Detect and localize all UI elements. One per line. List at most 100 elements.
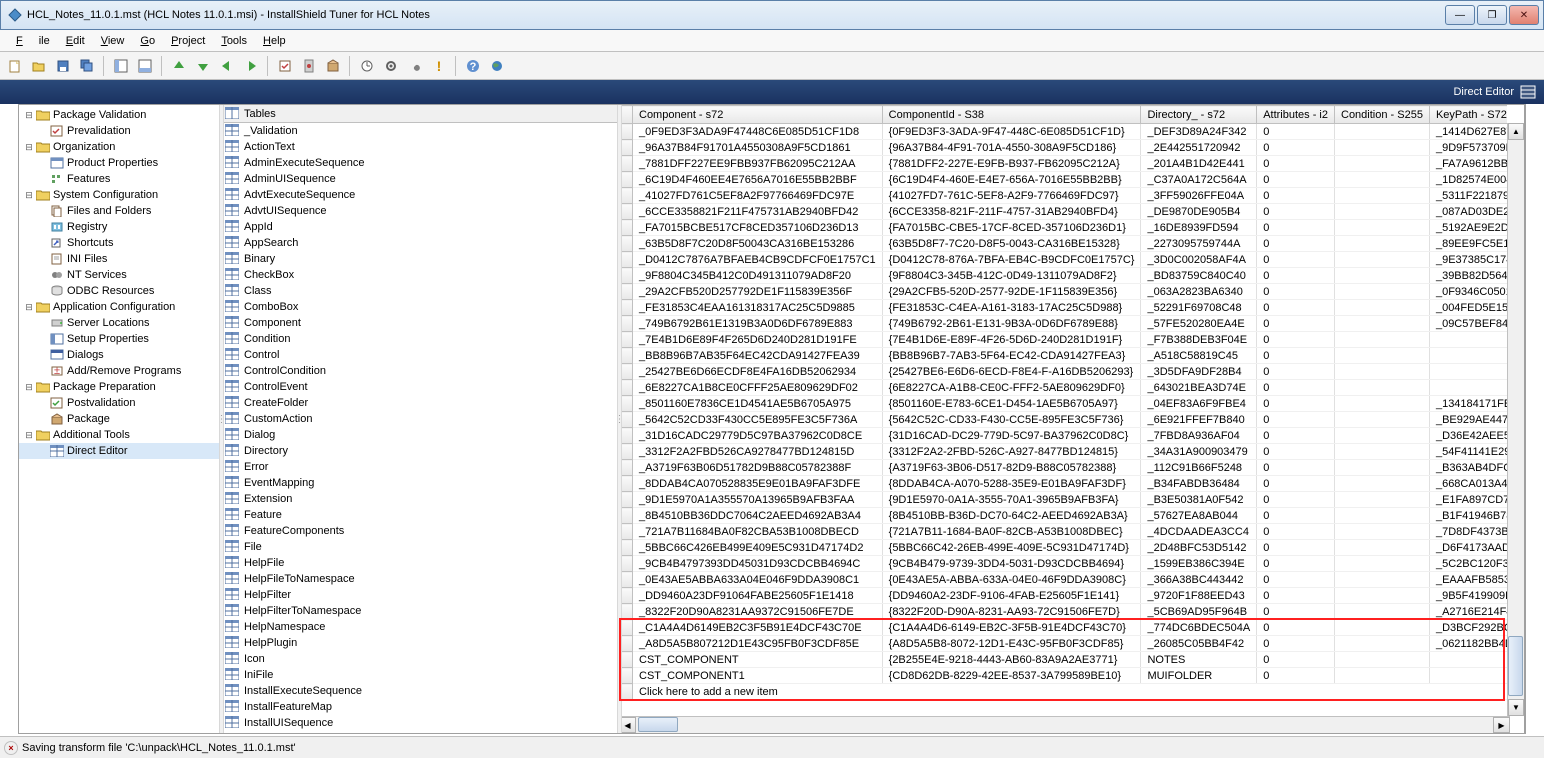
cell[interactable]: _3D5DFA9DF28B4 [1141,364,1257,380]
cell[interactable]: _41027FD761C5EF8A2F97766469FDC97E [633,188,883,204]
wrench-icon[interactable] [404,55,426,77]
tree-item[interactable]: INI Files [19,251,220,267]
package-icon[interactable] [322,55,344,77]
cell[interactable]: _1D82574E0045BE [1429,172,1507,188]
splitter-mid[interactable] [617,105,622,733]
tree-twisty[interactable]: ⊟ [23,382,35,393]
table-row[interactable]: _749B6792B61E1319B3A0D6DF6789E883{749B67… [620,316,1508,332]
build-icon[interactable] [298,55,320,77]
cell[interactable]: _749B6792B61E1319B3A0D6DF6789E883 [633,316,883,332]
hscroll-thumb[interactable] [638,717,678,732]
table-row[interactable]: _8322F20D90A8231AA9372C91506FE7DE{8322F2… [620,604,1508,620]
cell[interactable] [1335,508,1430,524]
cell[interactable]: 0 [1257,140,1335,156]
column-header[interactable]: Directory_ - s72 [1141,106,1257,124]
table-list-item[interactable]: Dialog [221,427,618,443]
table-list-item[interactable]: HelpFile [221,555,618,571]
cell[interactable]: _6C19D4F460EE4E7656A7016E55BB2BBF [633,172,883,188]
table-row[interactable]: _63B5D8F7C20D8F50043CA316BE153286{63B5D8… [620,236,1508,252]
tree-item[interactable]: Registry [19,219,220,235]
cell[interactable]: 0 [1257,284,1335,300]
cell[interactable]: _004FED5E15E62F [1429,300,1507,316]
cell[interactable]: {6CCE3358-821F-211F-4757-31AB2940BFD4} [882,204,1141,220]
cell[interactable]: _7FBD8A936AF04 [1141,428,1257,444]
splitter-left[interactable] [219,105,224,733]
cell[interactable] [1429,652,1507,668]
cell[interactable]: _FA7015BCBE517CF8CED357106D236D13 [633,220,883,236]
cell[interactable]: _7E4B1D6E89F4F265D6D240D281D191FE [633,332,883,348]
close-button[interactable]: ✕ [1509,5,1539,25]
cell[interactable]: {FA7015BC-CBE5-17CF-8CED-357106D236D1} [882,220,1141,236]
cell[interactable]: {5642C52C-CD33-F430-CC5E-895FE3C5F736} [882,412,1141,428]
cell[interactable]: 0 [1257,492,1335,508]
cell[interactable]: {D0412C78-876A-7BFA-EB4C-B9CDFC0E1757C} [882,252,1141,268]
cell[interactable]: _0F9346C0501579 [1429,284,1507,300]
table-list-item[interactable]: Component [221,315,618,331]
cell[interactable] [1335,332,1430,348]
menu-view[interactable]: View [93,33,133,49]
cell[interactable]: 0 [1257,668,1335,684]
cell[interactable]: _25427BE6D66ECDF8E4FA16DB52062934 [633,364,883,380]
tree-item[interactable]: ±Add/Remove Programs [19,363,220,379]
tree-item[interactable]: Product Properties [19,155,220,171]
cell[interactable]: _774DC6BDEC504A [1141,620,1257,636]
column-header[interactable]: ComponentId - S38 [882,106,1141,124]
table-row[interactable]: CST_COMPONENT1{CD8D62DB-8229-42EE-8537-3… [620,668,1508,684]
cell[interactable]: 0 [1257,252,1335,268]
down-icon[interactable] [192,55,214,77]
table-list-item[interactable]: AdminExecuteSequence [221,155,618,171]
cell[interactable]: _A8D5A5B807212D1E43C95FB0F3CDF85E [633,636,883,652]
table-row[interactable]: _FE31853C4EAA161318317AC25C5D9885{FE3185… [620,300,1508,316]
table-list-item[interactable]: ControlCondition [221,363,618,379]
cell[interactable]: 0 [1257,220,1335,236]
table-list-item[interactable]: AdvtExecuteSequence [221,187,618,203]
cell[interactable]: 0 [1257,172,1335,188]
table-list-item[interactable]: Error [221,459,618,475]
maximize-button[interactable]: ❐ [1477,5,1507,25]
cell[interactable]: 0 [1257,124,1335,140]
cell[interactable]: 0 [1257,524,1335,540]
table-row[interactable]: _7E4B1D6E89F4F265D6D240D281D191FE{7E4B1D… [620,332,1508,348]
cell[interactable]: {721A7B11-1684-BA0F-82CB-A53B1008DBEC} [882,524,1141,540]
cell[interactable] [1335,252,1430,268]
cell[interactable] [1335,236,1430,252]
table-row[interactable]: _8B4510BB36DDC7064C2AEED4692AB3A4{8B4510… [620,508,1508,524]
cell[interactable]: 0 [1257,460,1335,476]
table-list-item[interactable]: Extension [221,491,618,507]
cell[interactable]: _201A4B1D42E441 [1141,156,1257,172]
table-list-item[interactable]: Condition [221,331,618,347]
cell[interactable]: _BD83759C840C40 [1141,268,1257,284]
cell[interactable]: 0 [1257,428,1335,444]
table-row[interactable]: _96A37B84F91701A4550308A9F5CD1861{96A37B… [620,140,1508,156]
cell[interactable]: {6E8227CA-A1B8-CE0C-FFF2-5AE809629DF0} [882,380,1141,396]
tree-item[interactable]: ⊟Additional Tools [19,427,220,443]
cell[interactable] [1335,268,1430,284]
cell[interactable]: _6CCE3358821F211F475731AB2940BFD42 [633,204,883,220]
cell[interactable]: _8501160E7836CE1D4541AE5B6705A975 [633,396,883,412]
cell[interactable]: _52291F69708C48 [1141,300,1257,316]
tree-item[interactable]: Dialogs [19,347,220,363]
table-row[interactable]: _25427BE6D66ECDF8E4FA16DB52062934{25427B… [620,364,1508,380]
cell[interactable]: {9F8804C3-345B-412C-0D49-1311079AD8F2} [882,268,1141,284]
cell[interactable]: _9B5F419909FBE3 [1429,588,1507,604]
cell[interactable]: 0 [1257,508,1335,524]
cell[interactable]: _3D0C002058AF4A [1141,252,1257,268]
cell[interactable]: _DE9870DE905B4 [1141,204,1257,220]
cell[interactable]: _5C2BC120F35253 [1429,556,1507,572]
cell[interactable]: _04EF83A6F9FBE4 [1141,396,1257,412]
panel1-icon[interactable] [110,55,132,77]
table-row[interactable]: _31D16CADC29779D5C97BA37962C0D8CE{31D16C… [620,428,1508,444]
cell[interactable]: {8501160E-E783-6CE1-D454-1AE5B6705A97} [882,396,1141,412]
cell[interactable]: _63B5D8F7C20D8F50043CA316BE153286 [633,236,883,252]
table-list-item[interactable]: FeatureComponents [221,523,618,539]
cell[interactable]: _1599EB386C394E [1141,556,1257,572]
cell[interactable]: _BB8B96B7AB35F64EC42CDA91427FEA39 [633,348,883,364]
cell[interactable]: _5CB69AD95F964B [1141,604,1257,620]
cell[interactable]: _D36E42AEE5627 [1429,428,1507,444]
cell[interactable]: _89EE9FC5E1A363 [1429,236,1507,252]
tree-item[interactable]: Features [19,171,220,187]
cell[interactable]: 0 [1257,572,1335,588]
tree-twisty[interactable]: ⊟ [23,430,35,441]
cell[interactable]: {8322F20D-D90A-8231-AA93-72C91506FE7D} [882,604,1141,620]
cell[interactable]: _9F8804C345B412C0D491311079AD8F20 [633,268,883,284]
